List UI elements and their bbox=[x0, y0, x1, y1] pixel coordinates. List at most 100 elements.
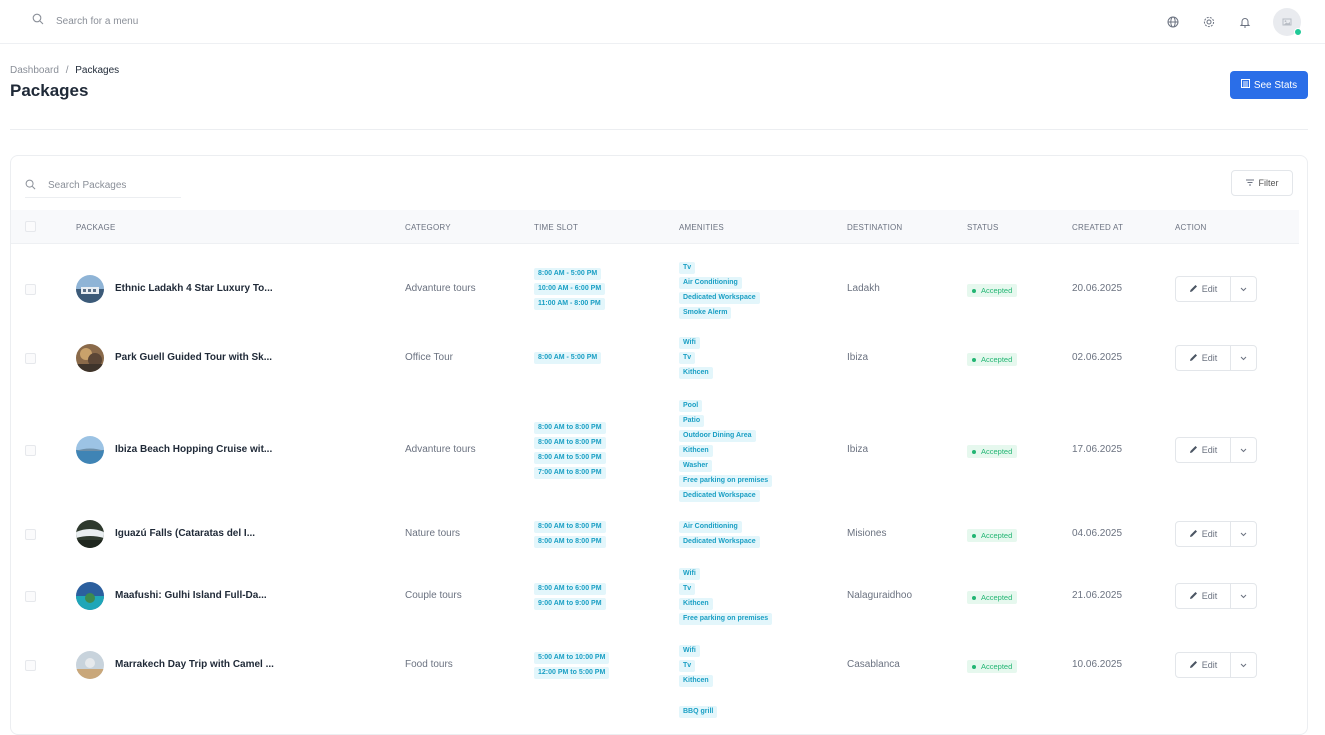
amenity-chip: Tv bbox=[679, 660, 696, 672]
row-checkbox[interactable] bbox=[25, 353, 36, 364]
chevron-down-icon[interactable] bbox=[1231, 438, 1256, 462]
edit-label: Edit bbox=[1201, 445, 1218, 455]
bell-icon[interactable] bbox=[1237, 14, 1253, 30]
table-header: PACKAGE CATEGORY TIME SLOT AMENITIES DES… bbox=[11, 210, 1299, 244]
select-all-checkbox[interactable] bbox=[25, 221, 36, 232]
package-category: Advanture tours bbox=[405, 283, 476, 294]
time-slot-chip: 8:00 AM to 6:00 PM bbox=[534, 583, 606, 595]
amenity-chip: Patio bbox=[679, 415, 705, 427]
package-name[interactable]: Iguazú Falls (Cataratas del I... bbox=[115, 528, 255, 539]
package-thumbnail[interactable] bbox=[76, 651, 104, 679]
destination: Casablanca bbox=[847, 659, 900, 670]
edit-button[interactable]: Edit bbox=[1176, 584, 1231, 608]
row-checkbox[interactable] bbox=[25, 660, 36, 671]
breadcrumb: Dashboard / Packages bbox=[10, 65, 119, 76]
destination: Ibiza bbox=[847, 352, 869, 363]
created-date: 04.06.2025 bbox=[1072, 528, 1123, 539]
filter-icon bbox=[1245, 178, 1254, 188]
package-name[interactable]: Ibiza Beach Hopping Cruise wit... bbox=[115, 444, 272, 455]
created-date: 21.06.2025 bbox=[1072, 590, 1123, 601]
time-slot-chip: 8:00 AM to 8:00 PM bbox=[534, 422, 606, 434]
edit-button[interactable]: Edit bbox=[1176, 438, 1231, 462]
header-divider bbox=[10, 129, 1308, 130]
time-slot-chip: 8:00 AM to 8:00 PM bbox=[534, 437, 606, 449]
destination: Misiones bbox=[847, 528, 887, 539]
package-name[interactable]: Park Guell Guided Tour with Sk... bbox=[115, 352, 272, 363]
pencil-icon bbox=[1189, 660, 1198, 671]
amenity-list: Pool Patio Outdoor Dining Area Kithcen W… bbox=[679, 400, 773, 502]
breadcrumb-dashboard[interactable]: Dashboard bbox=[10, 65, 59, 76]
amenity-chip: Air Conditioning bbox=[679, 277, 742, 289]
chevron-down-icon[interactable] bbox=[1231, 522, 1256, 546]
package-name[interactable]: Ethnic Ladakh 4 Star Luxury To... bbox=[115, 283, 273, 294]
package-thumbnail[interactable] bbox=[76, 344, 104, 372]
status-dot bbox=[972, 449, 976, 454]
package-name[interactable]: Marrakech Day Trip with Camel ... bbox=[115, 659, 274, 670]
package-thumbnail[interactable] bbox=[76, 275, 104, 303]
row-actions: Edit bbox=[1175, 437, 1257, 463]
package-thumbnail[interactable] bbox=[76, 436, 104, 464]
column-header-category[interactable]: CATEGORY bbox=[405, 223, 451, 232]
row-actions: Edit bbox=[1175, 345, 1257, 371]
chevron-down-icon[interactable] bbox=[1231, 653, 1256, 677]
chevron-down-icon[interactable] bbox=[1231, 277, 1256, 301]
amenity-chip: Tv bbox=[679, 352, 696, 364]
status-badge: Accepted bbox=[967, 660, 1018, 673]
status-dot bbox=[972, 595, 976, 600]
filter-button[interactable]: Filter bbox=[1231, 170, 1293, 196]
status-label: Accepted bbox=[981, 447, 1013, 456]
column-header-package[interactable]: PACKAGE bbox=[76, 223, 116, 232]
column-header-status[interactable]: STATUS bbox=[967, 223, 999, 232]
package-category: Couple tours bbox=[405, 590, 462, 601]
amenity-chip: Wifi bbox=[679, 568, 700, 580]
breadcrumb-separator: / bbox=[65, 65, 69, 76]
package-thumbnail[interactable] bbox=[76, 582, 104, 610]
column-header-amenities[interactable]: AMENITIES bbox=[679, 223, 724, 232]
edit-button[interactable]: Edit bbox=[1176, 277, 1231, 301]
row-checkbox[interactable] bbox=[25, 445, 36, 456]
amenity-chip: Kithcen bbox=[679, 598, 713, 610]
edit-label: Edit bbox=[1201, 529, 1218, 539]
row-actions: Edit bbox=[1175, 652, 1257, 678]
see-stats-button[interactable]: See Stats bbox=[1230, 71, 1308, 99]
column-header-time-slot[interactable]: TIME SLOT bbox=[534, 223, 578, 232]
column-header-destination[interactable]: DESTINATION bbox=[847, 223, 902, 232]
status-dot bbox=[972, 533, 976, 538]
time-slot-chip: 8:00 AM - 5:00 PM bbox=[534, 352, 602, 364]
stats-icon bbox=[1240, 79, 1250, 91]
top-bar: Search for a menu bbox=[0, 0, 1325, 44]
avatar[interactable] bbox=[1273, 8, 1302, 36]
row-checkbox[interactable] bbox=[25, 591, 36, 602]
amenity-list: Wifi Tv Kithcen bbox=[679, 337, 713, 379]
created-date: 20.06.2025 bbox=[1072, 283, 1123, 294]
chevron-down-icon[interactable] bbox=[1231, 346, 1256, 370]
status-label: Accepted bbox=[981, 662, 1013, 671]
row-checkbox[interactable] bbox=[25, 284, 36, 295]
pencil-icon bbox=[1189, 591, 1198, 602]
menu-search[interactable]: Search for a menu bbox=[32, 12, 138, 30]
package-name[interactable]: Maafushi: Gulhi Island Full-Da... bbox=[115, 590, 267, 601]
package-search-input[interactable] bbox=[48, 180, 168, 191]
edit-button[interactable]: Edit bbox=[1176, 653, 1231, 677]
edit-button[interactable]: Edit bbox=[1176, 522, 1231, 546]
package-thumbnail[interactable] bbox=[76, 520, 104, 548]
edit-label: Edit bbox=[1201, 591, 1218, 601]
status-dot bbox=[972, 664, 976, 669]
menu-search-placeholder[interactable]: Search for a menu bbox=[56, 16, 138, 27]
amenity-chip: Outdoor Dining Area bbox=[679, 430, 756, 442]
gear-icon[interactable] bbox=[1201, 14, 1217, 30]
amenity-chip: BBQ grill bbox=[679, 706, 718, 718]
edit-button[interactable]: Edit bbox=[1176, 346, 1231, 370]
globe-icon[interactable] bbox=[1165, 14, 1181, 30]
row-checkbox[interactable] bbox=[25, 529, 36, 540]
pencil-icon bbox=[1189, 445, 1198, 456]
time-slot-chip: 12:00 PM to 5:00 PM bbox=[534, 667, 610, 679]
pencil-icon bbox=[1189, 529, 1198, 540]
chevron-down-icon[interactable] bbox=[1231, 584, 1256, 608]
status-badge: Accepted bbox=[967, 591, 1018, 604]
amenity-chip: Tv bbox=[679, 262, 696, 274]
time-slot-list: 8:00 AM - 5:00 PM bbox=[534, 352, 602, 364]
destination: Ibiza bbox=[847, 444, 869, 455]
column-header-created-at[interactable]: CREATED AT bbox=[1072, 223, 1123, 232]
time-slot-chip: 8:00 AM to 8:00 PM bbox=[534, 536, 606, 548]
